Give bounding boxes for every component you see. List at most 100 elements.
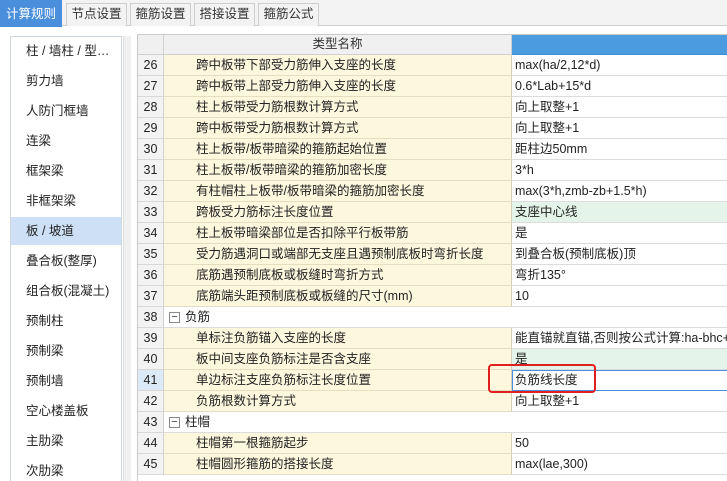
table-row[interactable]: 31 柱上板带/板带暗梁的箍筋加密长度 3*h [138,160,727,181]
group-label: 柱帽 [185,415,211,429]
table-row[interactable]: 27 跨中板带上部受力筋伸入支座的长度 0.6*Lab+15*d [138,76,727,97]
tab-lap-settings[interactable]: 搭接设置 [194,3,255,26]
group-row[interactable]: 38− 负筋 [138,307,727,328]
table-row[interactable]: 37 底筋端头距预制底板或板缝的尺寸(mm) 10 [138,286,727,307]
rule-name-cell: 跨板受力筋标注长度位置 [164,202,512,223]
rule-name-cell: 柱上板带受力筋根数计算方式 [164,97,512,118]
row-number: 33 [138,202,164,223]
row-number: 27 [138,76,164,97]
table-row[interactable]: 26 跨中板带下部受力筋伸入支座的长度 max(ha/2,12*d) [138,55,727,76]
rule-name-cell: 负筋根数计算方式 [164,391,512,412]
table-row[interactable]: 42 负筋根数计算方式 向上取整+1 [138,391,727,412]
sidebar-scrollbar[interactable] [123,36,131,481]
row-number: 43 [138,412,164,433]
table-row[interactable]: 28 柱上板带受力筋根数计算方式 向上取整+1 [138,97,727,118]
table-row[interactable]: 39单标注负筋锚入支座的长度能直锚就直锚,否则按公式计算:ha-bhc+15*d [138,328,727,349]
group-header[interactable]: − 柱帽 [164,412,727,433]
table-row[interactable]: 45 柱帽圆形箍筋的搭接长度 max(lae,300) [138,454,727,475]
table-row[interactable]: 30 柱上板带/板带暗梁的箍筋起始位置 距柱边50mm [138,139,727,160]
sidebar-item[interactable]: 空心楼盖板 [11,397,121,425]
rule-value-cell[interactable]: 到叠合板(预制底板)顶 [512,244,727,265]
selection-highlight-box [488,364,596,393]
row-number-header [138,35,164,55]
sidebar-item[interactable]: 预制梁 [11,337,121,365]
tab-bar: 计算规则 节点设置 箍筋设置 搭接设置 箍筋公式 [0,0,727,27]
table-row[interactable]: 32 有柱帽柱上板带/板带暗梁的箍筋加密长度 max(3*h,zmb-zb+1.5*… [138,181,727,202]
rule-name-cell: 底筋端头距预制底板或板缝的尺寸(mm) [164,286,512,307]
sidebar-item[interactable]: 预制柱 [11,307,121,335]
sidebar-item[interactable]: 剪力墙 [11,67,121,95]
rule-name-cell: 底筋遇预制底板或板缝时弯折方式 [164,265,512,286]
rule-name-cell: 跨中板带受力筋根数计算方式 [164,118,512,139]
row-number: 35 [138,244,164,265]
rule-value-cell[interactable]: 是 [512,223,727,244]
row-number: 45 [138,454,164,475]
rule-value-cell[interactable]: max(ha/2,12*d) [512,55,727,76]
table-row[interactable]: 33 跨板受力筋标注长度位置 支座中心线 [138,202,727,223]
table-row[interactable]: 41 单边标注支座负筋标注长度位置 负筋线长度 [138,370,727,391]
rule-value-cell[interactable]: 3*h [512,160,727,181]
rule-value-cell[interactable]: 向上取整+1 [512,97,727,118]
row-number: 38 [138,307,164,328]
row-number: 40 [138,349,164,370]
row-number: 31 [138,160,164,181]
table-row[interactable]: 44 柱帽第一根箍筋起步 50 [138,433,727,454]
rule-value-cell[interactable]: max(3*h,zmb-zb+1.5*h) [512,181,727,202]
rule-name-cell: 有柱帽柱上板带/板带暗梁的箍筋加密长度 [164,181,512,202]
rule-value-cell[interactable]: 支座中心线 [512,202,727,223]
type-name-header: 类型名称 [164,35,512,55]
row-number: 44 [138,433,164,454]
collapse-toggle-icon[interactable]: − [169,417,180,428]
collapse-toggle-icon[interactable]: − [169,312,180,323]
rule-value-cell[interactable]: 10 [512,286,727,307]
table-row[interactable]: 34 柱上板带暗梁部位是否扣除平行板带筋是 [138,223,727,244]
rule-value-cell[interactable]: 向上取整+1 [512,118,727,139]
table-row[interactable]: 35 受力筋遇洞口或端部无支座且遇预制底板时弯折长度 到叠合板(预制底板)顶 [138,244,727,265]
component-type-list: 柱 / 墙柱 / 型… 剪力墙 人防门框墙 连梁 框架梁 非框架梁板 / 坡道 叠合板(整厚… [10,36,122,481]
sidebar-item[interactable]: 框架梁 [11,157,121,185]
table-row[interactable]: 29 跨中板带受力筋根数计算方式 向上取整+1 [138,118,727,139]
rule-name-cell: 跨中板带上部受力筋伸入支座的长度 [164,76,512,97]
rule-name-cell: 柱帽第一根箍筋起步 [164,433,512,454]
row-number: 41 [138,370,164,391]
rule-value-cell[interactable]: 弯折135° [512,265,727,286]
row-number: 36 [138,265,164,286]
row-number: 34 [138,223,164,244]
group-header[interactable]: − 负筋 [164,307,727,328]
rule-name-cell: 受力筋遇洞口或端部无支座且遇预制底板时弯折长度 [164,244,512,265]
sidebar-item[interactable]: 主肋梁 [11,427,121,455]
rule-name-cell: 板中间支座负筋标注是否含支座 [164,349,512,370]
sidebar-item[interactable]: 叠合板(整厚) [11,247,121,275]
sidebar-item[interactable]: 板 / 坡道 [11,217,121,245]
tab-calculation-rules[interactable]: 计算规则 [0,0,62,27]
sidebar-item[interactable]: 非框架梁 [11,187,121,215]
sidebar-item[interactable]: 预制墙 [11,367,121,395]
group-label: 负筋 [185,310,211,324]
row-number: 37 [138,286,164,307]
rule-value-cell[interactable]: 向上取整+1 [512,391,727,412]
row-number: 39 [138,328,164,349]
tab-stirrup-settings[interactable]: 箍筋设置 [130,3,191,26]
group-row[interactable]: 43− 柱帽 [138,412,727,433]
row-number: 32 [138,181,164,202]
rule-value-cell[interactable]: max(lae,300) [512,454,727,475]
sidebar-item[interactable]: 人防门框墙 [11,97,121,125]
rule-value-cell[interactable]: 距柱边50mm [512,139,727,160]
rule-value-cell[interactable]: 0.6*Lab+15*d [512,76,727,97]
rule-value-cell[interactable]: 50 [512,433,727,454]
sidebar-item[interactable]: 次肋梁 [11,457,121,481]
table-row[interactable]: 40 板中间支座负筋标注是否含支座是 [138,349,727,370]
rule-name-cell: 柱帽圆形箍筋的搭接长度 [164,454,512,475]
rule-name-cell: 单标注负筋锚入支座的长度 [164,328,512,349]
tab-stirrup-formula[interactable]: 箍筋公式 [258,3,319,26]
sidebar-item[interactable]: 柱 / 墙柱 / 型… [11,37,121,65]
rules-grid: 类型名称 26 跨中板带下部受力筋伸入支座的长度 max(ha/2,12*d) 27 跨… [137,34,727,481]
rule-name-cell: 单边标注支座负筋标注长度位置 [164,370,512,391]
sidebar-item[interactable]: 组合板(混凝土) [11,277,121,305]
rule-name-cell: 跨中板带下部受力筋伸入支座的长度 [164,55,512,76]
rule-name-cell: 柱上板带/板带暗梁的箍筋起始位置 [164,139,512,160]
table-row[interactable]: 36 底筋遇预制底板或板缝时弯折方式 弯折135° [138,265,727,286]
tab-node-settings[interactable]: 节点设置 [66,3,127,26]
sidebar-item[interactable]: 连梁 [11,127,121,155]
rule-value-cell[interactable]: 能直锚就直锚,否则按公式计算:ha-bhc+15*d [512,328,727,349]
